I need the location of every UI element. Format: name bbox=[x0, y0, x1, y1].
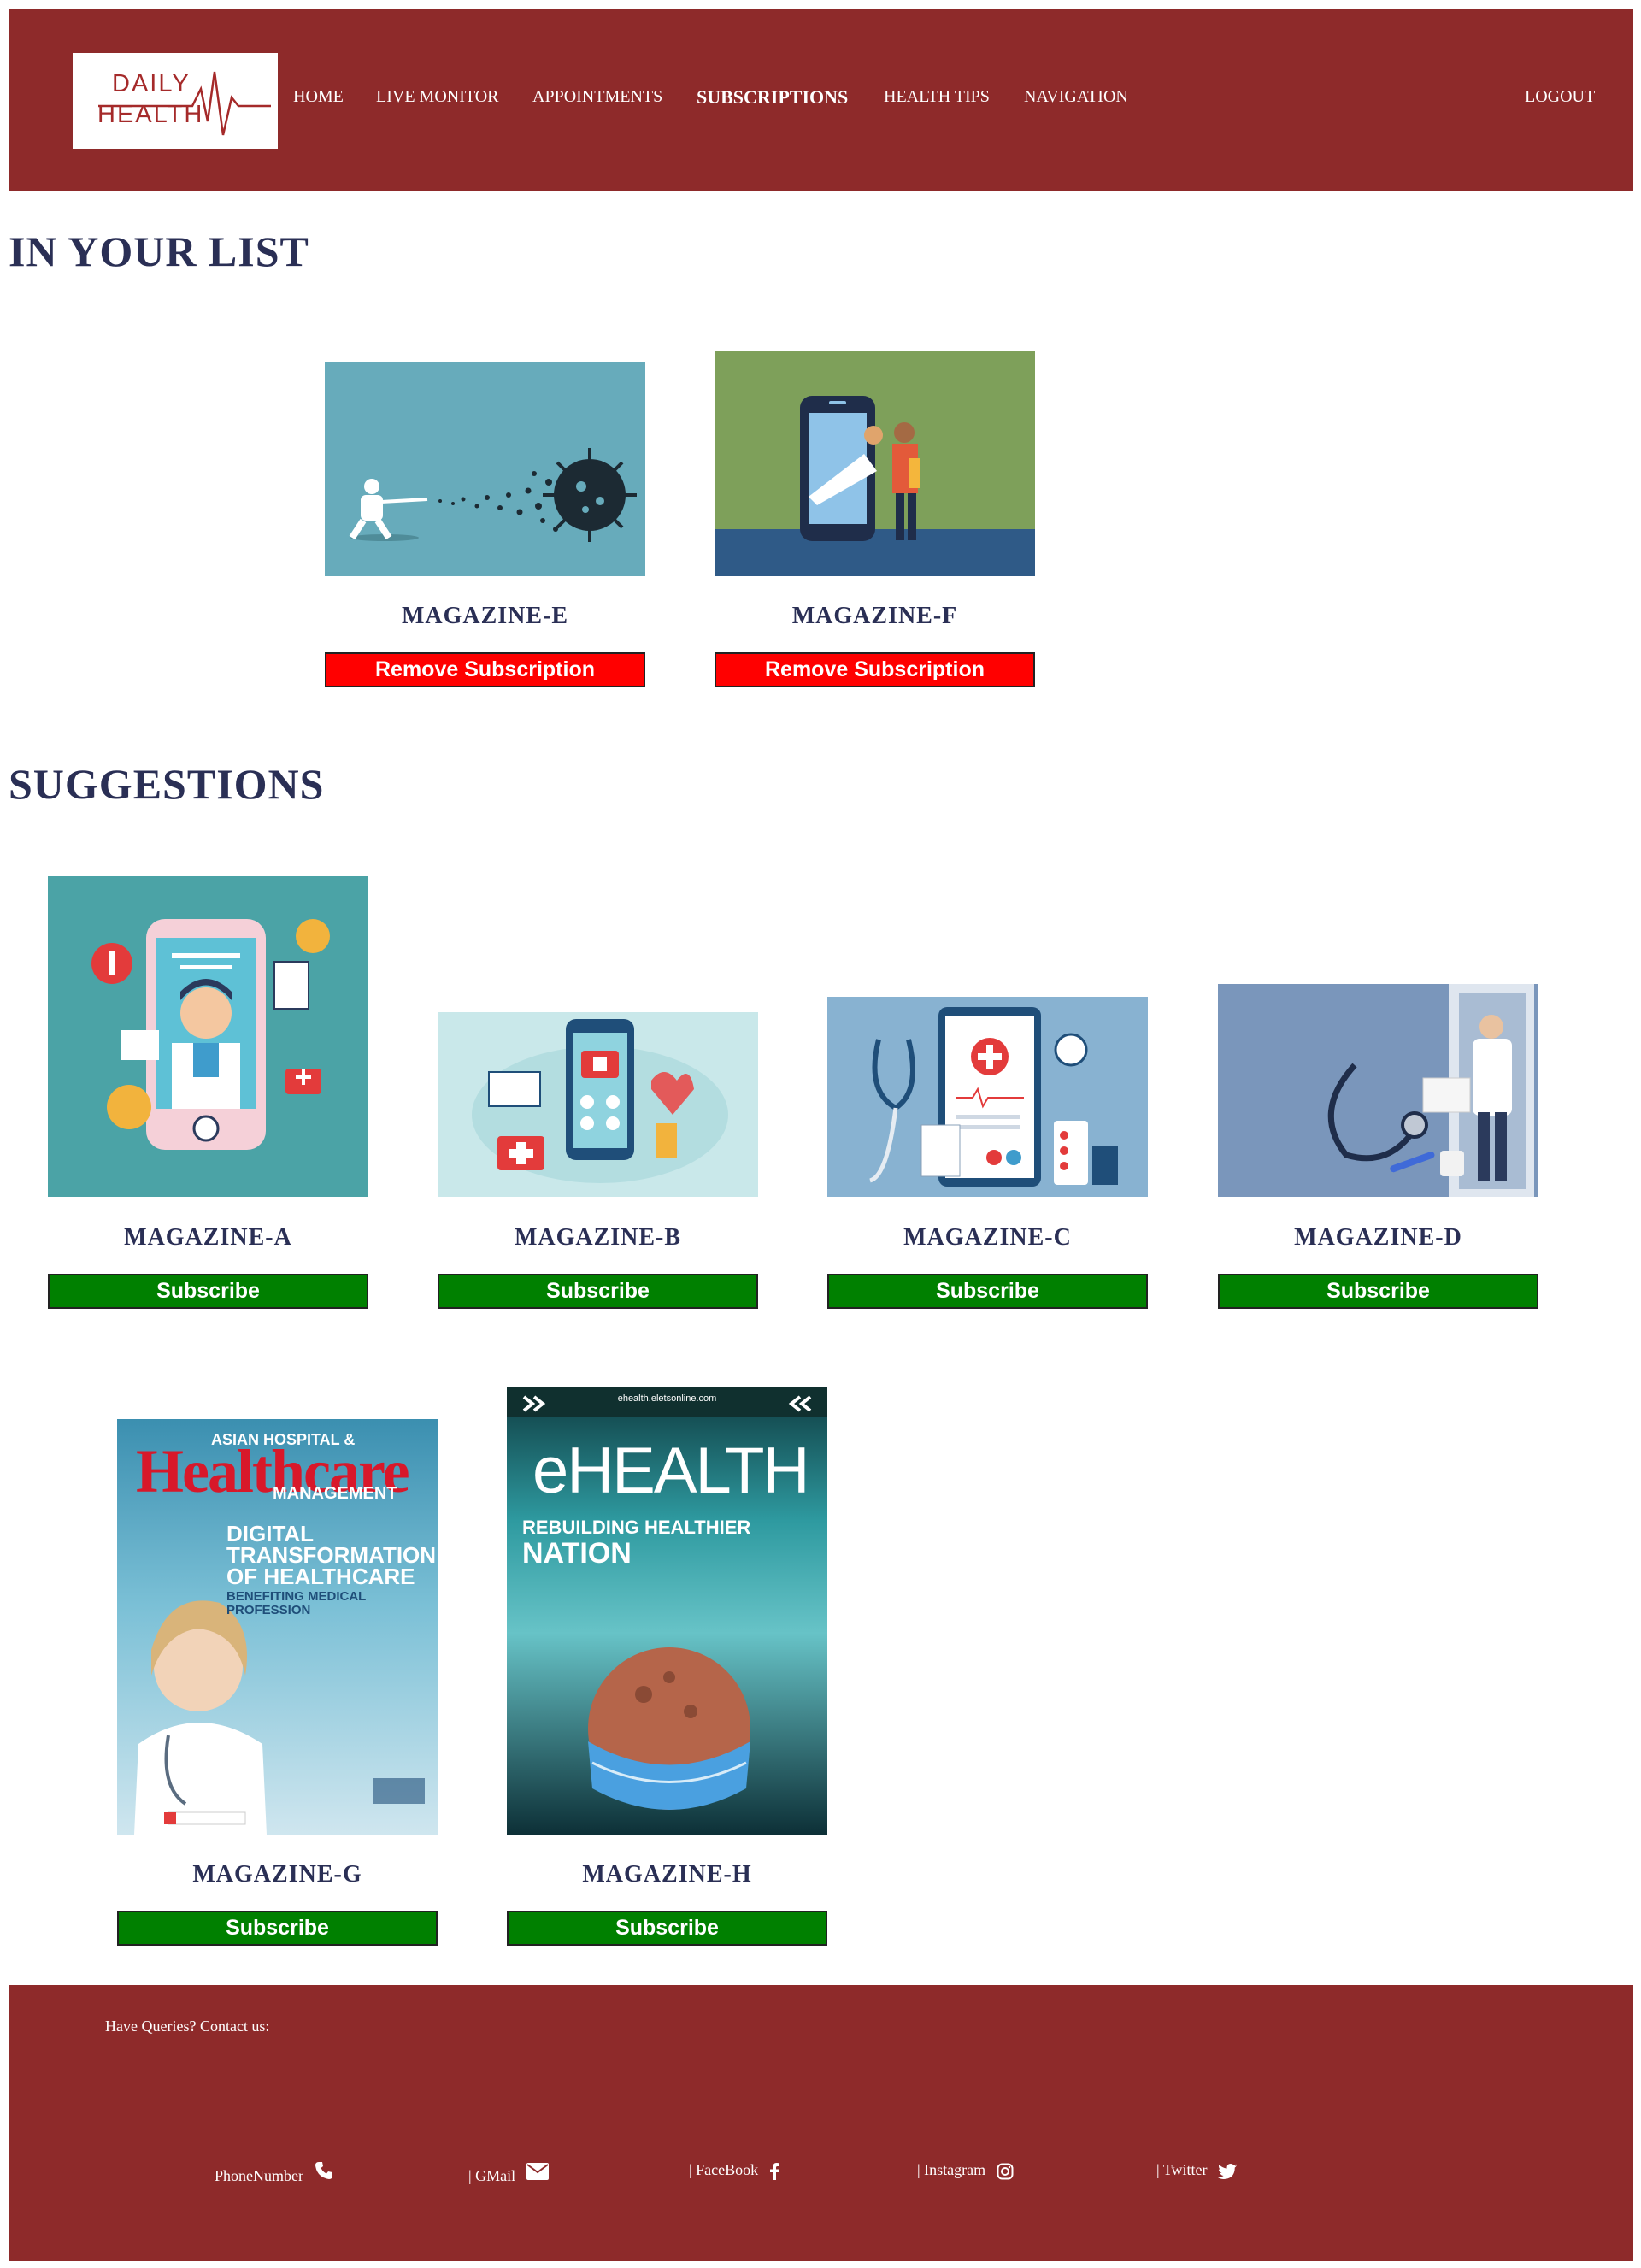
facebook-label: | FaceBook bbox=[689, 2161, 759, 2178]
gmail-label: | GMail bbox=[468, 2167, 516, 2184]
top-navbar: DAILY HEALTH HOME LIVE MONITOR APPOINTME… bbox=[9, 9, 1633, 191]
nav-health-tips[interactable]: HEALTH TIPS bbox=[884, 87, 990, 107]
nav-home[interactable]: HOME bbox=[293, 87, 344, 107]
cover-g-tag: BENEFITING MEDICAL PROFESSION bbox=[226, 1589, 367, 1617]
subscribe-button-c[interactable]: Subscribe bbox=[827, 1274, 1148, 1309]
magazine-a-cover bbox=[48, 876, 368, 1197]
cover-g-headline: DIGITAL TRANSFORMATION OF HEALTHCARE bbox=[226, 1521, 437, 1589]
magazine-c-title: MAGAZINE-C bbox=[903, 1224, 1072, 1251]
magazine-e-title: MAGAZINE-E bbox=[401, 603, 569, 629]
twitter-icon bbox=[1218, 2163, 1238, 2179]
nav-appointments[interactable]: APPOINTMENTS bbox=[532, 87, 662, 107]
magazine-g-cover: ASIAN HOSPITAL & Healthcare MANAGEMENT D… bbox=[117, 1419, 438, 1835]
contact-heading: Have Queries? Contact us: bbox=[105, 2018, 270, 2035]
magazine-h-cover: ehealth.eletsonline.com eHEALTH REBUILDI… bbox=[507, 1387, 827, 1835]
subscribe-button-g[interactable]: Subscribe bbox=[117, 1911, 438, 1946]
instagram-icon bbox=[997, 2163, 1014, 2180]
twitter-link[interactable]: | Twitter bbox=[1156, 2161, 1238, 2179]
magazine-b-title: MAGAZINE-B bbox=[514, 1224, 682, 1251]
magazine-c-cover bbox=[827, 997, 1148, 1197]
magazine-a-title: MAGAZINE-A bbox=[124, 1224, 292, 1251]
subscribe-button-d[interactable]: Subscribe bbox=[1218, 1274, 1538, 1309]
magazine-b-cover bbox=[438, 1012, 758, 1197]
cover-h-headline2: NATION bbox=[522, 1537, 632, 1570]
logout-link[interactable]: LOGOUT bbox=[1525, 87, 1595, 107]
facebook-link[interactable]: | FaceBook bbox=[689, 2161, 779, 2180]
magazine-e-cover bbox=[325, 362, 645, 576]
magazine-g-title: MAGAZINE-G bbox=[192, 1861, 362, 1888]
suggestions-title: SUGGESTIONS bbox=[9, 760, 325, 808]
remove-subscription-button-e[interactable]: Remove Subscription bbox=[325, 652, 645, 687]
magazine-f-cover bbox=[715, 351, 1035, 576]
twitter-label: | Twitter bbox=[1156, 2161, 1208, 2178]
subscribe-button-a[interactable]: Subscribe bbox=[48, 1274, 368, 1309]
instagram-link[interactable]: | Instagram bbox=[917, 2161, 1014, 2180]
facebook-icon bbox=[769, 2162, 779, 2180]
magazine-d-cover bbox=[1218, 984, 1538, 1197]
subscribe-button-b[interactable]: Subscribe bbox=[438, 1274, 758, 1309]
magazine-d-title: MAGAZINE-D bbox=[1294, 1224, 1462, 1251]
phone-label: PhoneNumber bbox=[215, 2167, 303, 2184]
nav-subscriptions[interactable]: SUBSCRIPTIONS bbox=[697, 86, 848, 109]
magazine-f-title: MAGAZINE-F bbox=[791, 603, 958, 629]
logo-text-daily: DAILY bbox=[112, 70, 191, 97]
remove-subscription-button-f[interactable]: Remove Subscription bbox=[715, 652, 1035, 687]
cover-h-headline1: REBUILDING HEALTHIER bbox=[522, 1517, 751, 1538]
nav-navigation[interactable]: NAVIGATION bbox=[1024, 87, 1128, 107]
cover-h-brand: eHEALTH bbox=[532, 1434, 809, 1507]
footer: Have Queries? Contact us: PhoneNumber | … bbox=[9, 1985, 1633, 2261]
subscribe-button-h[interactable]: Subscribe bbox=[507, 1911, 827, 1946]
instagram-label: | Instagram bbox=[917, 2161, 986, 2178]
phone-icon bbox=[315, 2161, 333, 2179]
mail-icon bbox=[526, 2162, 549, 2180]
magazine-h-title: MAGAZINE-H bbox=[582, 1861, 752, 1888]
gmail-link[interactable]: | GMail bbox=[468, 2162, 549, 2185]
in-your-list-title: IN YOUR LIST bbox=[9, 227, 309, 275]
phone-link[interactable]: PhoneNumber bbox=[215, 2161, 334, 2185]
nav-live-monitor[interactable]: LIVE MONITOR bbox=[376, 87, 499, 107]
daily-health-logo[interactable]: DAILY HEALTH bbox=[73, 53, 278, 149]
cover-g-sub: MANAGEMENT bbox=[273, 1484, 397, 1503]
logo-text-health: HEALTH bbox=[97, 101, 204, 128]
